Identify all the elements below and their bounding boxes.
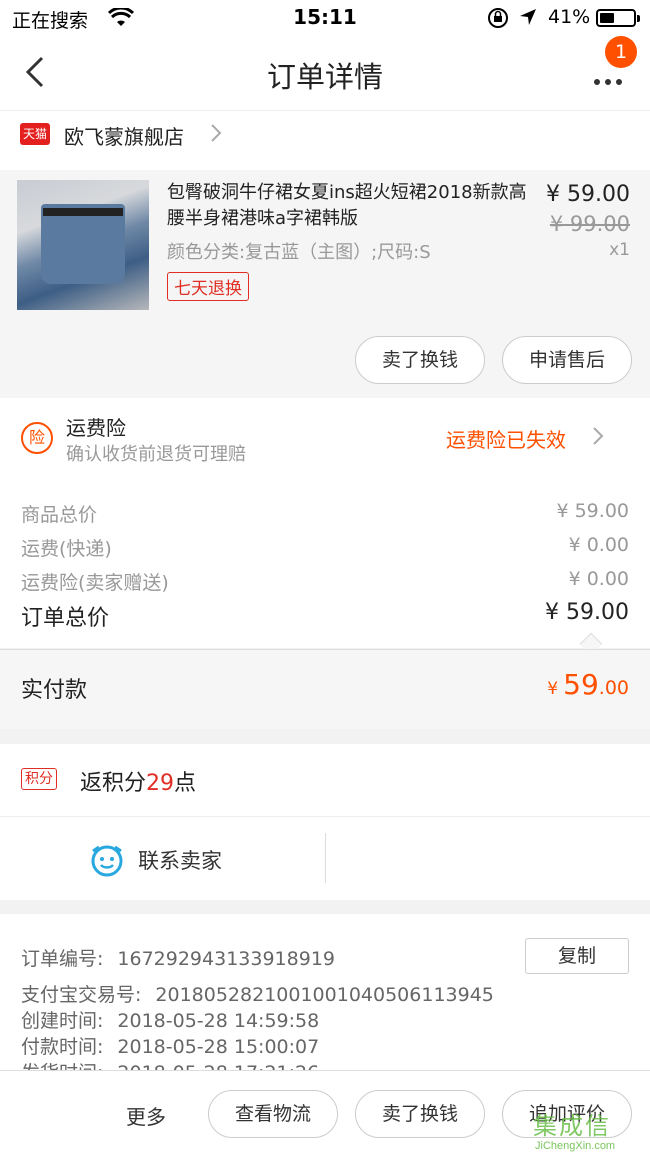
chat-smiley-icon[interactable] <box>90 843 124 881</box>
location-arrow-icon <box>518 7 538 31</box>
cost-label: 运费险(卖家赠送) <box>21 572 169 594</box>
order-info: 订单编号: 167292943133918919 复制 支付宝交易号: 201805… <box>0 914 650 1070</box>
cost-value: ¥ 59.00 <box>556 500 629 522</box>
product-title[interactable]: 包臀破洞牛仔裙女夏ins超火短裙2018新款高腰半身裙港味a字裙韩版 <box>167 180 527 232</box>
amount-paid-value: ¥ 59.00 <box>547 668 629 701</box>
rotation-lock-icon <box>487 7 509 33</box>
page-title: 订单详情 <box>266 60 383 94</box>
paid-time-line: 付款时间: 2018-05-28 15:00:07 <box>21 1036 320 1058</box>
watermark-url: JiChengXin.com <box>535 1140 616 1152</box>
contact-seller-button[interactable]: 联系卖家 <box>138 845 222 875</box>
more-menu-icon[interactable] <box>594 70 627 89</box>
product-price: ¥ 59.00 <box>546 182 630 207</box>
watermark: 集成信 JiChengXin.com <box>533 1106 648 1156</box>
order-total-value: ¥ 59.00 <box>545 600 629 625</box>
cost-value: ¥ 0.00 <box>568 534 629 556</box>
notification-badge: 1 <box>605 36 637 68</box>
more-button[interactable]: 更多 <box>126 1101 166 1130</box>
product-quantity: x1 <box>609 240 630 260</box>
insurance-status[interactable]: 运费险已失效 <box>446 424 566 453</box>
cost-row-shipping: 运费(快递) ¥ 0.00 <box>21 534 629 561</box>
product-original-price: ¥ 99.00 <box>549 212 630 236</box>
alipay-number-line: 支付宝交易号: 2018052821001001040506113945 <box>21 984 494 1006</box>
order-number-line: 订单编号: 167292943133918919 <box>21 948 335 970</box>
chevron-right-icon <box>592 426 604 450</box>
cost-row-total: 订单总价 ¥ 59.00 <box>21 600 629 632</box>
cost-summary: 商品总价 ¥ 59.00 运费(快递) ¥ 0.00 运费险(卖家赠送) ¥ 0… <box>0 476 650 656</box>
sell-for-cash-button[interactable]: 卖了换钱 <box>355 336 485 384</box>
alipay-number: 2018052821001001040506113945 <box>155 984 494 1006</box>
shipped-time-line: 发货时间:2018-05-28 17:21:26 <box>21 1058 319 1070</box>
shop-name[interactable]: 欧飞蒙旗舰店 <box>64 121 184 150</box>
divider <box>325 833 326 883</box>
shop-header[interactable]: 天猫 欧飞蒙旗舰店 <box>0 110 650 170</box>
product-sku: 颜色分类:复古蓝（主图）;尺码:S <box>167 242 431 263</box>
points-text: 返积分29点 <box>80 771 197 796</box>
amount-paid-row: 实付款 ¥ 59.00 <box>0 649 650 729</box>
tmall-logo: 天猫 <box>20 123 50 145</box>
navigation-bar: 订单详情 1 <box>0 36 650 110</box>
copy-button[interactable]: 复制 <box>525 938 629 974</box>
created-time-line: 创建时间: 2018-05-28 14:59:58 <box>21 1010 320 1032</box>
battery-icon <box>596 9 640 27</box>
amount-paid-label: 实付款 <box>21 678 88 703</box>
points-row: 积分 返积分29点 <box>0 744 650 816</box>
after-sale-button[interactable]: 申请售后 <box>502 336 632 384</box>
sell-for-cash-button[interactable]: 卖了换钱 <box>355 1090 485 1138</box>
cost-label: 商品总价 <box>21 504 98 526</box>
product-thumbnail[interactable] <box>17 180 149 310</box>
order-item[interactable]: 包臀破洞牛仔裙女夏ins超火短裙2018新款高腰半身裙港味a字裙韩版 颜色分类:… <box>0 170 650 398</box>
contact-seller-row: 联系卖家 <box>0 816 650 900</box>
watermark-logo: 集成信 <box>533 1112 611 1140</box>
cost-row-insurance: 运费险(卖家赠送) ¥ 0.00 <box>21 568 629 595</box>
status-bar: 正在搜索 15:11 41% <box>0 0 650 36</box>
insurance-title: 运费险 <box>66 416 126 440</box>
points-tag: 积分 <box>21 768 57 790</box>
insurance-icon: 险 <box>21 422 53 454</box>
battery-percent: 41% <box>548 6 591 28</box>
cost-row-goods: 商品总价 ¥ 59.00 <box>21 500 629 527</box>
order-total-label: 订单总价 <box>21 606 110 631</box>
return-policy-tag: 七天退换 <box>167 272 249 301</box>
shipping-insurance-row[interactable]: 险 运费险 确认收货前退货可理赔 运费险已失效 <box>0 398 650 476</box>
chevron-right-icon <box>210 123 222 147</box>
cost-value: ¥ 0.00 <box>568 568 629 590</box>
view-logistics-button[interactable]: 查看物流 <box>208 1090 338 1138</box>
insurance-subtitle: 确认收货前退货可理赔 <box>66 444 246 465</box>
order-number: 167292943133918919 <box>117 948 335 970</box>
cost-label: 运费(快递) <box>21 538 112 560</box>
